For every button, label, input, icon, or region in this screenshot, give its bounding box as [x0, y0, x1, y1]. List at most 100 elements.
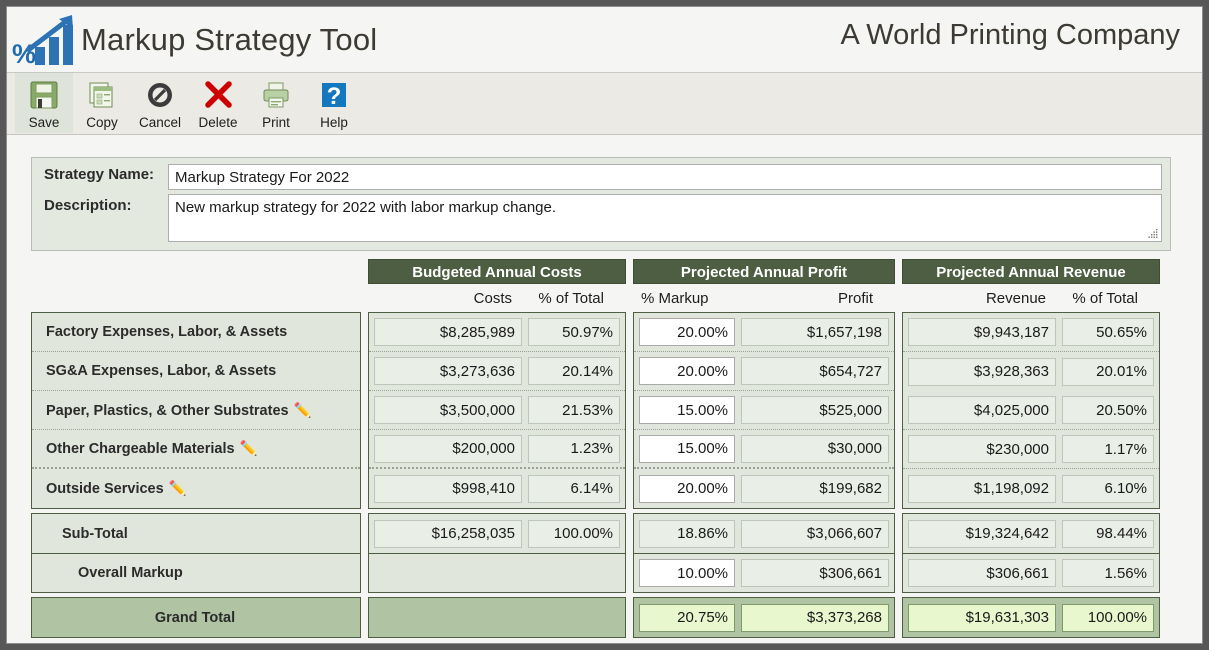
resize-handle-icon[interactable]	[1147, 227, 1159, 239]
question-mark-help-icon: ?	[318, 77, 350, 113]
table-row: $9,943,187 50.65%	[903, 313, 1159, 352]
costs-pct-cell: 1.23%	[528, 434, 620, 463]
markup-input[interactable]: 15.00%	[639, 396, 735, 424]
subtotal-revenue-pct-cell: 98.44%	[1062, 519, 1154, 548]
table-row: $8,285,989 50.97%	[369, 313, 625, 352]
description-label: Description:	[44, 197, 132, 214]
column-header-revenue-pct: % of Total	[1072, 290, 1138, 307]
markup-input[interactable]: 15.00%	[639, 434, 735, 463]
markup-grid: Factory Expenses, Labor, & Assets SG&A E…	[31, 259, 1160, 638]
delete-button[interactable]: Delete	[189, 73, 247, 133]
group-header-revenue: Projected Annual Revenue	[902, 259, 1160, 284]
edit-pencil-icon[interactable]: ✏️	[294, 403, 312, 419]
strategy-name-label: Strategy Name:	[44, 166, 155, 183]
help-button[interactable]: ? Help	[305, 73, 363, 133]
table-row: 20.00% $199,682	[634, 469, 894, 508]
markup-input[interactable]: 20.00%	[639, 357, 735, 385]
costs-pct-cell: 50.97%	[528, 318, 620, 346]
table-row: $200,000 1.23%	[369, 430, 625, 469]
table-row: Other Chargeable Materials ✏️	[32, 430, 360, 469]
table-row: $998,410 6.14%	[369, 469, 625, 508]
column-header-profit: Profit	[837, 290, 873, 307]
table-row: $1,198,092 6.10%	[903, 469, 1159, 508]
overall-markup-input[interactable]: 10.00%	[639, 559, 735, 587]
copy-documents-icon	[86, 77, 118, 113]
company-name: A World Printing Company	[840, 19, 1180, 51]
column-header-costs-pct: % of Total	[538, 290, 604, 307]
overall-markup-row: 10.00% $306,661	[634, 553, 894, 592]
strategy-form: Strategy Name: Description: Markup Strat…	[31, 157, 1171, 251]
cancel-button-label: Cancel	[138, 115, 182, 130]
description-textarea[interactable]: New markup strategy for 2022 with labor …	[168, 194, 1162, 242]
overall-markup-profit-cell: $306,661	[741, 559, 889, 587]
app-header: % Markup Strategy Tool A World Printing …	[7, 7, 1202, 73]
cancel-button[interactable]: Cancel	[131, 73, 189, 133]
edit-pencil-icon[interactable]: ✏️	[240, 441, 258, 457]
costs-cell: $200,000	[374, 434, 522, 463]
strategy-name-input[interactable]: Markup Strategy For 2022	[168, 164, 1162, 190]
table-row: Factory Expenses, Labor, & Assets	[32, 313, 360, 352]
revenue-cell: $3,928,363	[908, 357, 1056, 386]
profit-cell: $525,000	[741, 396, 889, 424]
copy-button[interactable]: Copy	[73, 73, 131, 133]
profit-cell: $654,727	[741, 357, 889, 385]
page-title: Markup Strategy Tool	[81, 21, 378, 57]
overall-markup-revenue-pct-cell: 1.56%	[1062, 559, 1154, 587]
row-label-panel: Factory Expenses, Labor, & Assets SG&A E…	[31, 259, 361, 638]
costs-grand-total-section	[368, 597, 626, 638]
subtotal-label-section: Sub-Total Overall Markup	[31, 513, 361, 593]
save-button[interactable]: Save	[15, 73, 73, 133]
category-label-section: Factory Expenses, Labor, & Assets SG&A E…	[31, 312, 361, 509]
row-label: Factory Expenses, Labor, & Assets	[46, 324, 288, 340]
costs-data-section: $8,285,989 50.97% $3,273,636 20.14% $3,5…	[368, 312, 626, 509]
table-row: $230,000 1.17%	[903, 430, 1159, 469]
overall-markup-revenue-cell: $306,661	[908, 559, 1056, 587]
edit-pencil-icon[interactable]: ✏️	[169, 481, 187, 497]
revenue-grand-total-section: $19,631,303 100.00%	[902, 597, 1160, 638]
application-window: % Markup Strategy Tool A World Printing …	[6, 6, 1203, 644]
subtotal-profit-cell: $3,066,607	[741, 519, 889, 548]
revenue-pct-cell: 1.17%	[1062, 435, 1154, 463]
no-entry-cancel-icon	[144, 77, 176, 113]
subheader-revenue: Revenue % of Total	[902, 285, 1160, 312]
red-x-delete-icon	[202, 77, 234, 113]
revenue-cell: $230,000	[908, 435, 1056, 463]
costs-pct-cell: 21.53%	[528, 396, 620, 424]
column-header-markup: % Markup	[641, 290, 709, 307]
profit-cell: $30,000	[741, 434, 889, 463]
grand-total-row: 20.75% $3,373,268	[634, 598, 894, 637]
table-row: $3,928,363 20.01%	[903, 352, 1159, 391]
overall-markup-row	[369, 553, 625, 592]
table-row: SG&A Expenses, Labor, & Assets	[32, 352, 360, 391]
print-button[interactable]: Print	[247, 73, 305, 133]
markup-input[interactable]: 20.00%	[639, 474, 735, 503]
group-header-costs: Budgeted Annual Costs	[368, 259, 626, 284]
table-row: $4,025,000 20.50%	[903, 391, 1159, 430]
table-row: Paper, Plastics, & Other Substrates ✏️	[32, 391, 360, 430]
markup-input[interactable]: 20.00%	[639, 318, 735, 346]
table-row: $3,500,000 21.53%	[369, 391, 625, 430]
grand-total-row: $19,631,303 100.00%	[903, 598, 1159, 637]
table-row: 15.00% $525,000	[634, 391, 894, 430]
table-row: Outside Services ✏️	[32, 469, 360, 508]
table-row: 20.00% $1,657,198	[634, 313, 894, 352]
save-button-label: Save	[28, 115, 60, 130]
profit-subtotal-section: 18.86% $3,066,607 10.00% $306,661	[633, 513, 895, 593]
costs-cell: $3,500,000	[374, 396, 522, 424]
projected-annual-profit-panel: Projected Annual Profit % Markup Profit …	[633, 259, 895, 638]
subtotal-row: 18.86% $3,066,607	[634, 514, 894, 553]
revenue-cell: $4,025,000	[908, 396, 1056, 424]
grand-total-revenue-pct-cell: 100.00%	[1062, 603, 1154, 632]
revenue-pct-cell: 6.10%	[1062, 474, 1154, 503]
row-label: SG&A Expenses, Labor, & Assets	[46, 363, 277, 379]
grand-total-revenue-cell: $19,631,303	[908, 603, 1056, 632]
table-row: $3,273,636 20.14%	[369, 352, 625, 391]
column-header-costs: Costs	[473, 290, 512, 307]
costs-pct-cell: 6.14%	[528, 474, 620, 503]
profit-cell: $1,657,198	[741, 318, 889, 346]
grand-total-label-section: Grand Total	[31, 597, 361, 638]
row-label: Paper, Plastics, & Other Substrates ✏️	[46, 402, 312, 419]
subtotal-costs-pct-cell: 100.00%	[528, 519, 620, 548]
grand-total-row: Grand Total	[32, 598, 360, 637]
revenue-cell: $1,198,092	[908, 474, 1056, 503]
